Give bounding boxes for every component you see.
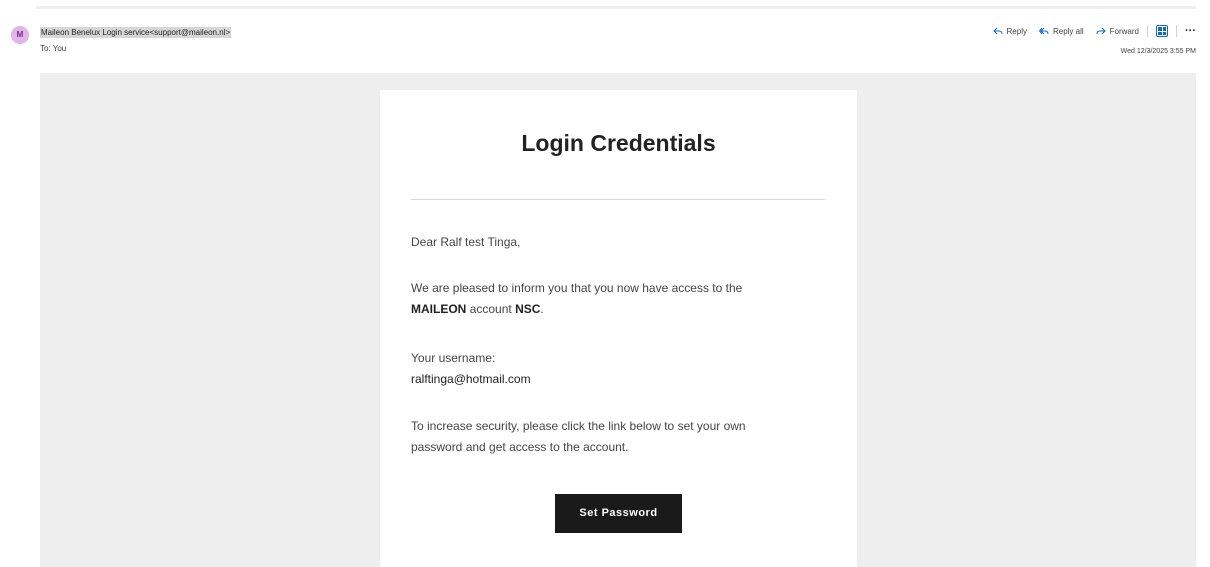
reply-all-button[interactable]: Reply all: [1038, 26, 1084, 36]
message-date: Wed 12/3/2025 3:55 PM: [1120, 48, 1196, 55]
forward-label: Forward: [1109, 26, 1139, 36]
reply-button[interactable]: Reply: [992, 26, 1027, 36]
account-word: account: [469, 302, 512, 316]
set-password-button[interactable]: Set Password: [555, 494, 682, 533]
username-label: Your username:: [411, 351, 496, 365]
forward-button[interactable]: Forward: [1096, 27, 1139, 36]
recipient-line: To: You: [40, 44, 67, 53]
username-paragraph: Your username: ralftinga@hotmail.com: [411, 348, 831, 390]
forward-icon: [1096, 27, 1106, 35]
email-card: Login Credentials Dear Ralf test Tinga, …: [380, 90, 857, 567]
security-paragraph: To increase security, please click the l…: [411, 416, 831, 458]
account-name: MAILEON: [411, 302, 467, 316]
reply-all-icon: [1038, 27, 1049, 35]
message-header: M Maileon Benelux Login service<support@…: [0, 0, 1210, 70]
action-separator: [1147, 25, 1148, 37]
security-text-line-2: password and get access to the account.: [411, 440, 629, 454]
access-text: We are pleased to inform you that you no…: [411, 281, 743, 295]
more-options-icon[interactable]: ···: [1185, 26, 1196, 37]
message-actions: Reply Reply all Forward ···: [981, 23, 1196, 39]
email-title: Login Credentials: [521, 130, 716, 156]
access-paragraph: We are pleased to inform you that you no…: [411, 281, 743, 316]
security-text-line-1: To increase security, please click the l…: [411, 419, 746, 433]
action-separator-2: [1176, 25, 1177, 37]
reply-label: Reply: [1006, 26, 1027, 36]
apps-grid-icon[interactable]: [1156, 25, 1168, 37]
username-value: ralftinga@hotmail.com: [411, 372, 531, 386]
greeting-text: Dear Ralf test Tinga,: [411, 235, 521, 249]
sender-avatar[interactable]: M: [11, 26, 29, 44]
reply-icon: [992, 27, 1003, 35]
title-divider: [411, 199, 825, 200]
reply-all-label: Reply all: [1052, 26, 1084, 36]
account-id: NSC: [515, 302, 541, 316]
sender-name[interactable]: Maileon Benelux Login service<support@ma…: [40, 27, 232, 38]
